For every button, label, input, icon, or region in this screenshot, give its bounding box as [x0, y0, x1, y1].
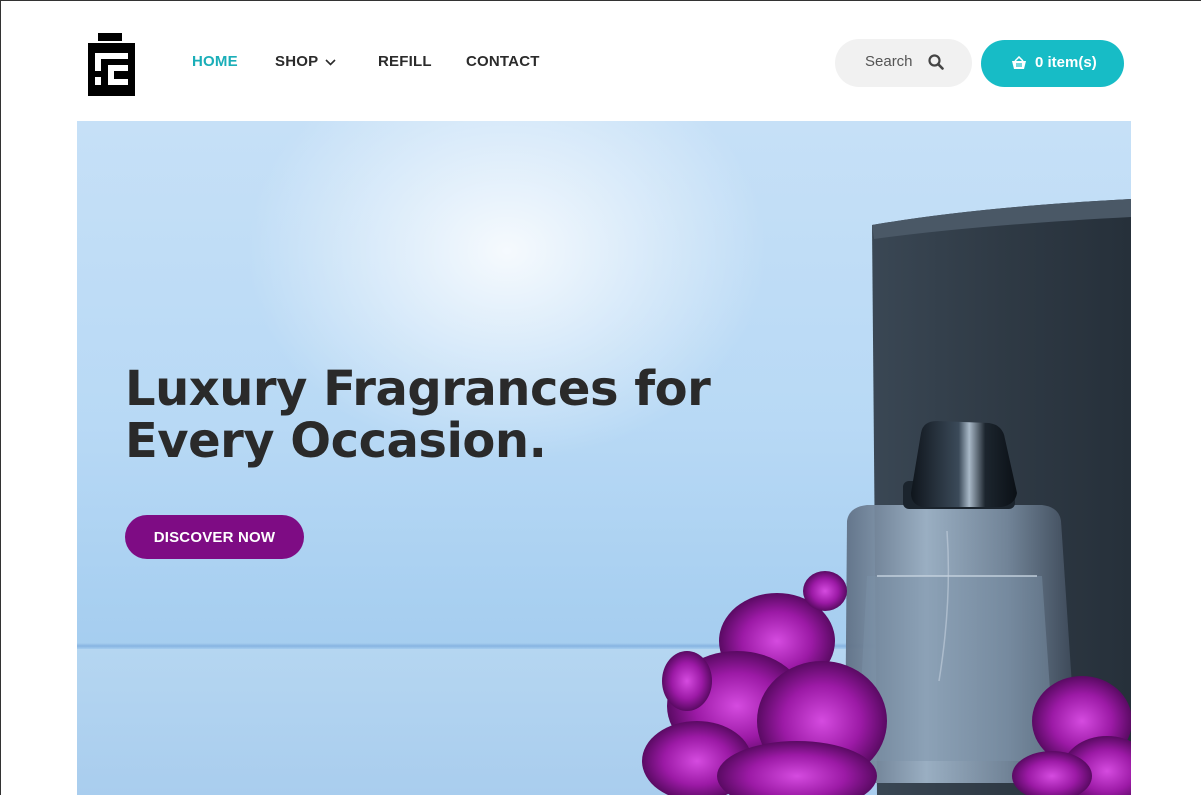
nav-shop-label: SHOP [275, 53, 319, 70]
nav-home[interactable]: HOME [192, 53, 238, 70]
chevron-down-icon [325, 58, 336, 66]
site-logo[interactable] [88, 33, 136, 96]
search-button[interactable]: Search [835, 39, 972, 87]
search-label: Search [865, 53, 913, 70]
hero-headline-line1: Luxury Fragrances for [125, 361, 711, 417]
hero-headline: Luxury Fragrances for Every Occasion. [125, 363, 765, 467]
search-icon [928, 54, 944, 70]
nav-shop[interactable]: SHOP [275, 53, 336, 70]
nav-contact[interactable]: CONTACT [466, 53, 540, 70]
nav-refill[interactable]: REFILL [378, 53, 432, 70]
cart-count-label: 0 item(s) [1035, 54, 1097, 71]
cart-button[interactable]: 0 item(s) [981, 40, 1124, 87]
hero-headline-line2: Every Occasion. [125, 413, 547, 469]
basket-icon [1012, 56, 1026, 69]
hero-banner: Luxury Fragrances for Every Occasion. DI… [77, 121, 1131, 795]
discover-now-button[interactable]: DISCOVER NOW [125, 515, 304, 559]
